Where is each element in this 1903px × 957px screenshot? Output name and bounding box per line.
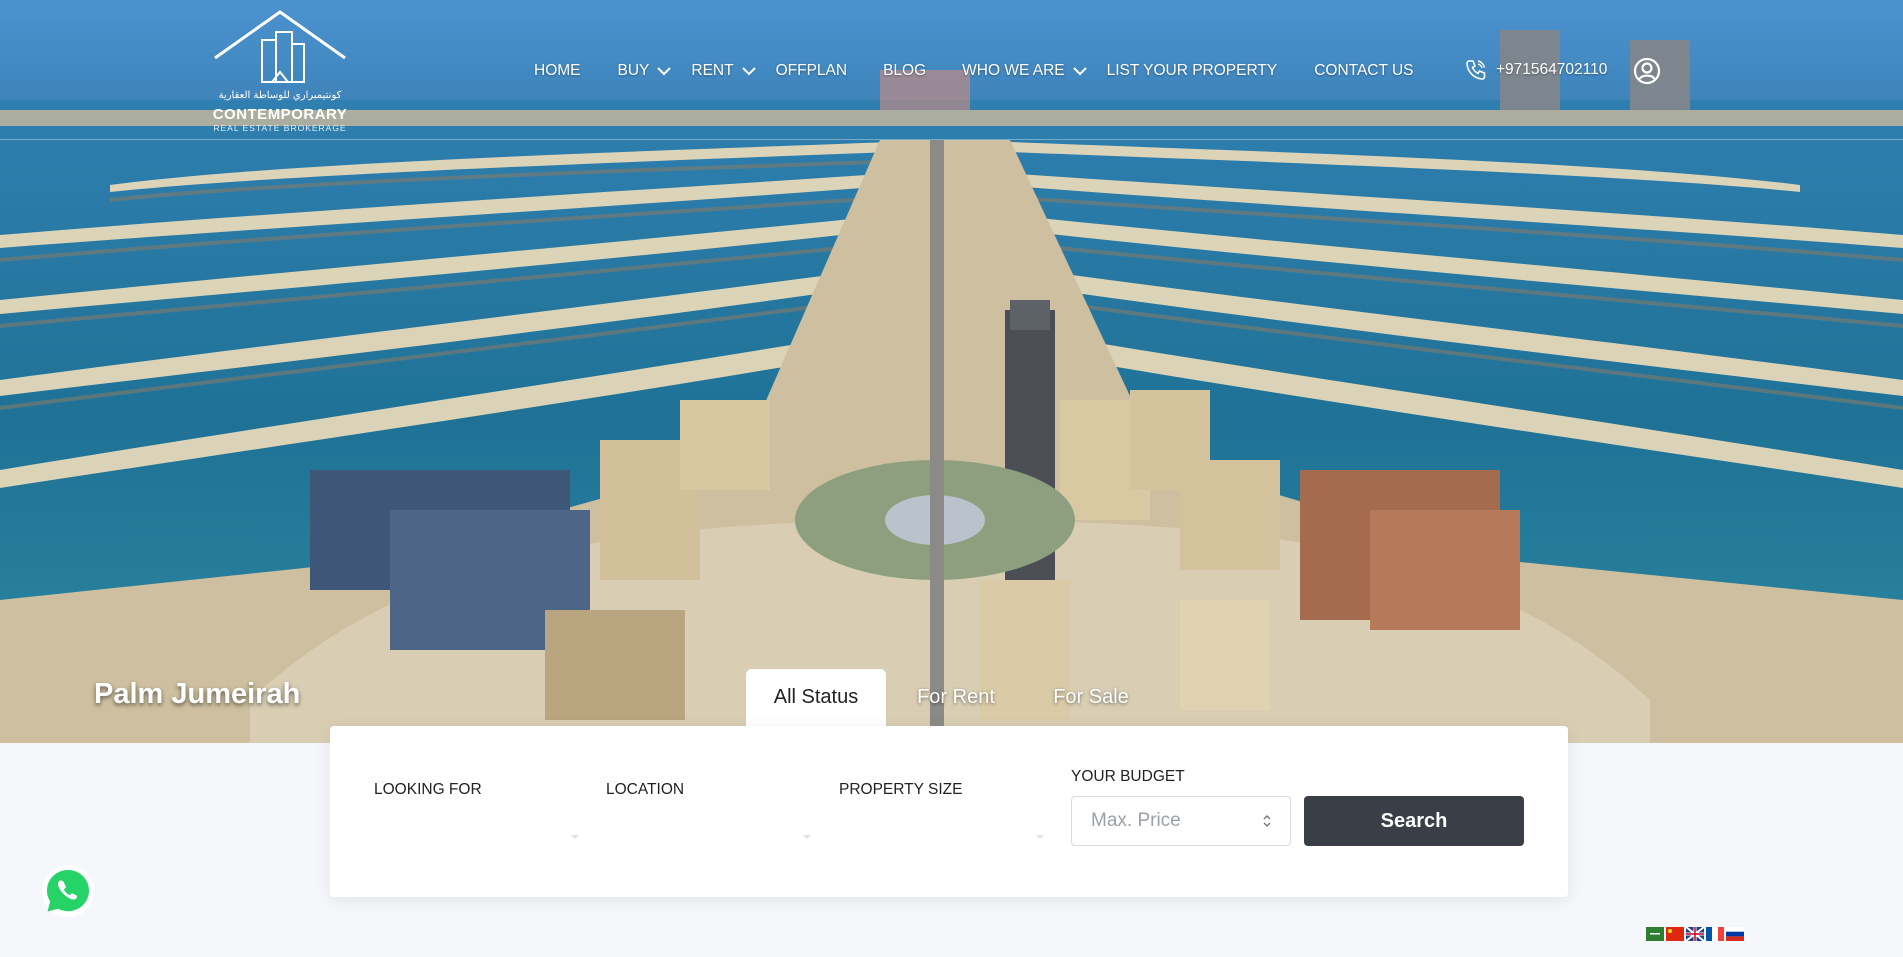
brand-name: CONTEMPORARY (212, 106, 348, 123)
nav-home[interactable]: HOME (534, 62, 581, 80)
hero-location-title: Palm Jumeirah (94, 678, 301, 710)
budget-label: YOUR BUDGET (1071, 768, 1185, 785)
location-select[interactable]: LOCATION (606, 781, 816, 839)
property-size-select[interactable]: PROPERTY SIZE (839, 781, 1049, 839)
nav-label: RENT (691, 62, 734, 79)
nav-label: LIST YOUR PROPERTY (1106, 62, 1278, 79)
user-account-icon[interactable] (1633, 57, 1661, 85)
flag-arabic-icon[interactable] (1646, 927, 1664, 941)
nav-label: BUY (617, 62, 650, 79)
flag-russian-icon[interactable] (1726, 927, 1744, 941)
nav-buy[interactable]: BUY (618, 62, 672, 80)
dropdown-arrow-icon (803, 835, 811, 839)
status-tabs: All Status For Rent For Sale (746, 669, 1156, 726)
brand-arabic: كونتيمبراري للوساطة العقارية (218, 90, 342, 101)
brand-logo[interactable]: كونتيمبراري للوساطة العقارية CONTEMPORAR… (210, 10, 350, 133)
budget-field: YOUR BUDGET (1071, 768, 1185, 786)
tab-for-rent[interactable]: For Rent (886, 669, 1026, 726)
nav-who-we-are[interactable]: WHO WE ARE (962, 62, 1087, 80)
tab-all-status[interactable]: All Status (746, 669, 886, 726)
nav-label: OFFPLAN (775, 62, 848, 79)
nav-offplan[interactable]: OFFPLAN (776, 62, 847, 80)
nav-label: BLOG (883, 62, 927, 79)
flag-english-icon[interactable] (1686, 927, 1704, 941)
main-nav: HOME BUY RENT OFFPLAN BLOG WHO WE ARE LI… (534, 58, 1414, 84)
brand-tagline: REAL ESTATE BROKERAGE (213, 123, 347, 133)
select-arrows-icon (1263, 815, 1271, 827)
max-price-select[interactable]: Max. Price (1071, 796, 1291, 846)
nav-rent[interactable]: RENT (691, 62, 756, 80)
dropdown-arrow-icon (571, 835, 579, 839)
search-panel: LOOKING FOR LOCATION PROPERTY SIZE YOUR … (330, 726, 1568, 897)
nav-contact[interactable]: CONTACT US (1314, 62, 1413, 80)
tab-for-sale[interactable]: For Sale (1026, 669, 1156, 726)
flag-french-icon[interactable] (1706, 927, 1724, 941)
nav-label: WHO WE ARE (962, 62, 1065, 79)
nav-label: HOME (534, 62, 581, 79)
chevron-down-icon (741, 67, 756, 76)
search-button[interactable]: Search (1304, 796, 1524, 846)
phone-link[interactable]: +971564702110 (1464, 58, 1607, 82)
nav-divider (0, 139, 1903, 140)
chevron-down-icon (657, 67, 672, 76)
flag-chinese-icon[interactable] (1666, 927, 1684, 941)
property-size-label: PROPERTY SIZE (839, 781, 963, 798)
max-price-placeholder: Max. Price (1091, 810, 1181, 831)
nav-list-property[interactable]: LIST YOUR PROPERTY (1107, 62, 1278, 80)
location-label: LOCATION (606, 781, 685, 798)
nav-label: CONTACT US (1314, 62, 1414, 79)
looking-for-label: LOOKING FOR (374, 781, 482, 798)
chevron-down-icon (1072, 67, 1087, 76)
language-switcher (1646, 927, 1744, 941)
whatsapp-icon[interactable] (41, 864, 95, 918)
nav-blog[interactable]: BLOG (883, 62, 926, 80)
looking-for-select[interactable]: LOOKING FOR (374, 781, 584, 839)
dropdown-arrow-icon (1036, 835, 1044, 839)
phone-icon (1466, 60, 1486, 80)
building-logo-icon (214, 10, 346, 83)
phone-number: +971564702110 (1496, 61, 1608, 78)
